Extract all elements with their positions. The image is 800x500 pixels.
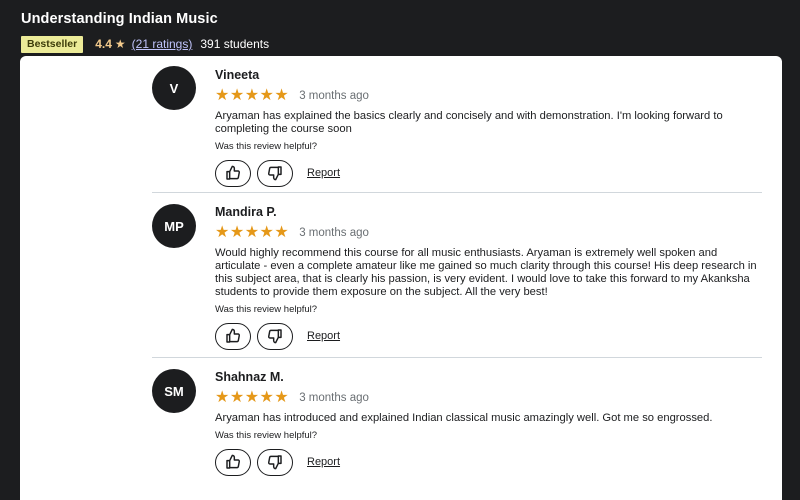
avatar: SM bbox=[152, 369, 196, 413]
review-date: 3 months ago bbox=[299, 392, 369, 404]
helpful-prompt: Was this review helpful? bbox=[215, 141, 318, 152]
thumbs-up-icon bbox=[226, 165, 241, 180]
thumbs-down-icon bbox=[267, 329, 282, 344]
students-count: 391 students bbox=[200, 37, 270, 51]
report-link[interactable]: Report bbox=[307, 330, 340, 342]
avatar: MP bbox=[152, 204, 196, 248]
divider bbox=[152, 357, 762, 358]
reviewer-name: Vineeta bbox=[215, 68, 260, 82]
helpful-prompt: Was this review helpful? bbox=[215, 304, 318, 315]
review-date: 3 months ago bbox=[299, 227, 369, 239]
course-title: Understanding Indian Music bbox=[21, 11, 218, 27]
thumbs-up-button[interactable] bbox=[215, 448, 251, 476]
course-meta: Bestseller 4.4 ★ (21 ratings) 391 studen… bbox=[21, 35, 780, 53]
ratings-count-link[interactable]: (21 ratings) bbox=[132, 37, 193, 51]
bestseller-badge: Bestseller bbox=[21, 35, 84, 53]
report-link[interactable]: Report bbox=[307, 167, 340, 179]
helpful-prompt: Was this review helpful? bbox=[215, 430, 318, 441]
review-date: 3 months ago bbox=[299, 90, 369, 102]
thumbs-down-button[interactable] bbox=[257, 448, 293, 476]
course-rating: 4.4 bbox=[95, 37, 112, 51]
reviewer-name: Shahnaz M. bbox=[215, 370, 284, 384]
thumbs-up-icon bbox=[226, 454, 241, 469]
thumbs-down-icon bbox=[267, 166, 282, 181]
reviews-panel: V Vineeta ★★★★★ 3 months ago Aryaman has… bbox=[20, 56, 782, 500]
divider bbox=[152, 192, 762, 193]
reviewer-name: Mandira P. bbox=[215, 205, 277, 219]
review-text: Would highly recommend this course for a… bbox=[215, 247, 757, 298]
thumbs-up-button[interactable] bbox=[215, 159, 251, 187]
course-header: Understanding Indian Music Bestseller 4.… bbox=[0, 0, 800, 56]
thumbs-up-icon bbox=[226, 328, 241, 343]
thumbs-up-button[interactable] bbox=[215, 322, 251, 350]
review-text: Aryaman has introduced and explained Ind… bbox=[215, 412, 713, 424]
star-rating: ★★★★★ bbox=[215, 87, 290, 104]
thumbs-down-button[interactable] bbox=[257, 322, 293, 350]
star-rating: ★★★★★ bbox=[215, 389, 290, 406]
thumbs-down-icon bbox=[267, 455, 282, 470]
thumbs-down-button[interactable] bbox=[257, 159, 293, 187]
star-rating: ★★★★★ bbox=[215, 224, 290, 241]
avatar: V bbox=[152, 66, 196, 110]
review-text: Aryaman has explained the basics clearly… bbox=[215, 110, 723, 135]
star-icon: ★ bbox=[114, 37, 126, 51]
report-link[interactable]: Report bbox=[307, 456, 340, 468]
